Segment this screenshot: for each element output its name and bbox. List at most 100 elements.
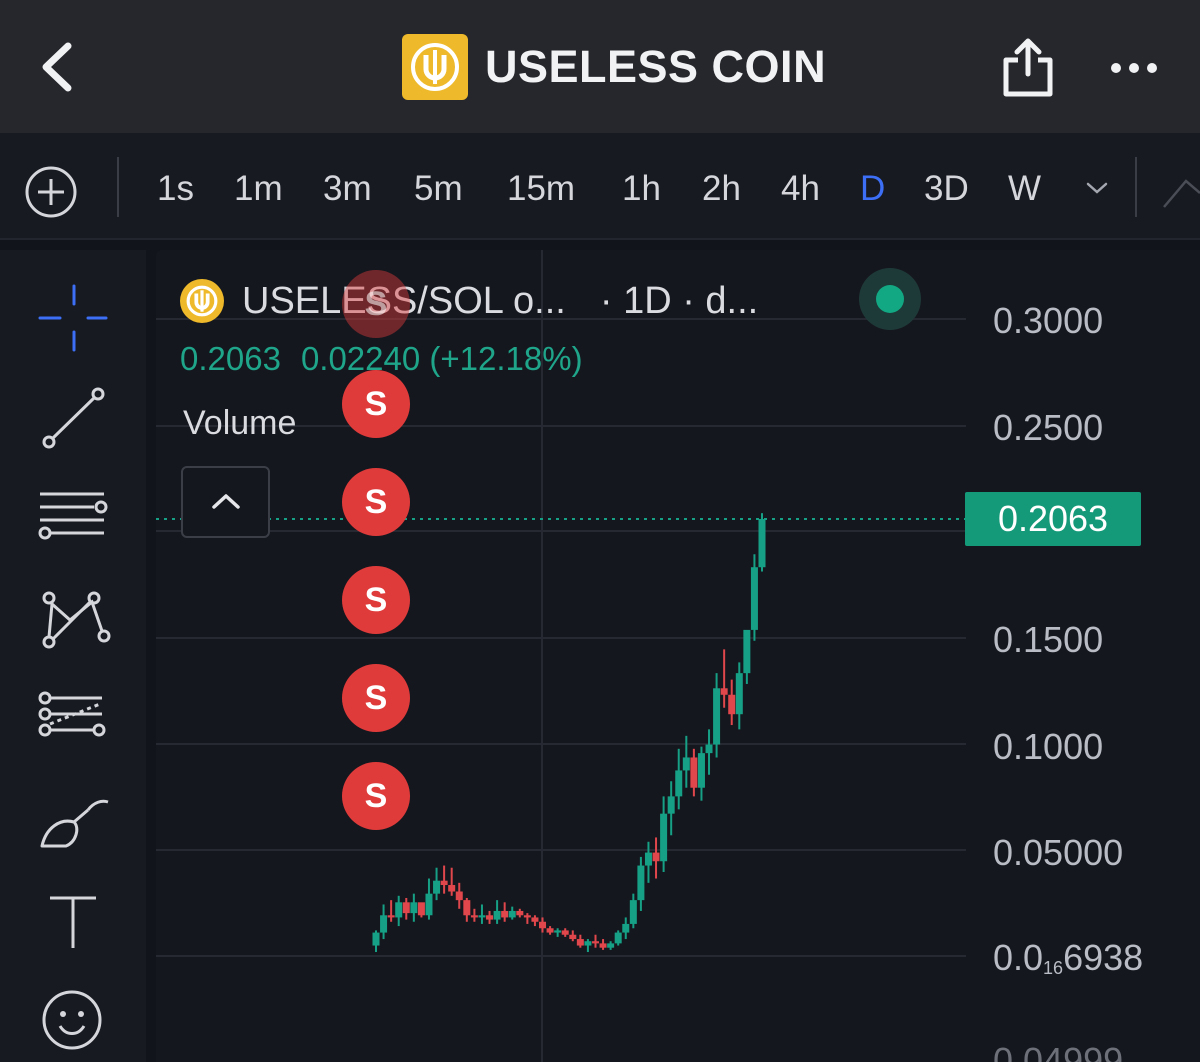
timeframe-bar: 1s 1m 3m 5m 15m 1h 2h 4h D 3D W <box>0 133 1200 240</box>
chevron-left-icon <box>42 42 72 92</box>
candle-body <box>440 880 448 886</box>
candle-body <box>720 688 728 695</box>
candle-body <box>493 910 501 920</box>
coin-logo-icon <box>402 34 468 100</box>
candle-body <box>743 629 751 674</box>
candle-body <box>387 915 395 918</box>
chart-type-icon[interactable] <box>1158 173 1200 213</box>
candle-body <box>690 757 698 788</box>
candle-body <box>682 757 690 771</box>
live-status-indicator <box>859 268 921 330</box>
tab-4h[interactable]: 4h <box>781 169 820 209</box>
candle-body <box>448 885 456 892</box>
horizontal-lines-tool[interactable] <box>36 482 112 558</box>
tab-1m[interactable]: 1m <box>234 169 283 209</box>
divider <box>117 157 119 217</box>
emoji-icon <box>42 990 102 1050</box>
candle-body <box>508 910 516 918</box>
fibonacci-icon <box>38 691 106 737</box>
volume-label: Volume <box>183 404 297 442</box>
sell-marker[interactable]: S <box>342 762 410 830</box>
last-price-tag: 0.2063 <box>965 492 1141 546</box>
candle-body <box>637 865 645 901</box>
tab-2h[interactable]: 2h <box>702 169 741 209</box>
drawing-toolbar <box>0 250 146 1062</box>
more-button[interactable] <box>1106 50 1162 86</box>
sell-marker[interactable]: S <box>342 468 410 536</box>
text-tool[interactable] <box>36 886 112 962</box>
tab-15m[interactable]: 15m <box>507 169 575 209</box>
brush-icon <box>40 799 109 848</box>
candle-body <box>380 915 388 933</box>
candle-body <box>576 939 584 946</box>
candle-body <box>470 915 478 918</box>
horizontal-lines-icon <box>38 492 108 540</box>
share-icon <box>1003 38 1053 97</box>
tab-5m[interactable]: 5m <box>414 169 463 209</box>
chevron-down-icon <box>1086 182 1108 194</box>
y-tick-label: 0.1500 <box>993 619 1104 660</box>
text-icon <box>50 896 96 948</box>
sell-marker[interactable]: S <box>342 370 410 438</box>
emoji-tool[interactable] <box>36 984 112 1060</box>
candle-body <box>735 673 743 715</box>
more-horizontal-icon <box>1111 63 1157 73</box>
tab-3d[interactable]: 3D <box>924 169 969 209</box>
candle-body <box>516 910 524 916</box>
pattern-icon <box>42 591 111 649</box>
candle-body <box>463 900 471 916</box>
candle-body <box>614 932 622 944</box>
candle-body <box>652 852 660 862</box>
candle-body <box>591 941 599 944</box>
crosshair-tool[interactable] <box>36 280 112 356</box>
candle-body <box>478 915 486 918</box>
y-tick-label: 0.1000 <box>993 726 1104 767</box>
candle-body <box>417 902 425 916</box>
fib-tool[interactable] <box>36 686 112 762</box>
tab-1h[interactable]: 1h <box>622 169 661 209</box>
candle-body <box>569 934 577 940</box>
tab-1s[interactable]: 1s <box>157 169 194 209</box>
candle-body <box>486 915 494 920</box>
tab-3m[interactable]: 3m <box>323 169 372 209</box>
page-title: USELESS COIN <box>485 41 827 92</box>
more-timeframes-button[interactable] <box>1084 179 1110 197</box>
candle-body <box>728 694 736 715</box>
current-price: 0.2063 <box>180 340 281 377</box>
coin-logo-icon <box>180 279 224 323</box>
candle-body <box>425 893 433 916</box>
brush-tool[interactable] <box>36 788 112 864</box>
share-button[interactable] <box>1000 36 1056 100</box>
candle-body <box>758 519 766 568</box>
pattern-tool[interactable] <box>36 584 112 660</box>
candle-body <box>629 900 637 924</box>
plus-circle-icon <box>25 166 77 218</box>
back-button[interactable] <box>28 36 88 98</box>
add-indicator-button[interactable] <box>24 165 78 219</box>
tab-d[interactable]: D <box>860 169 885 209</box>
chevron-up-icon <box>211 494 240 509</box>
collapse-legend-button[interactable] <box>181 466 270 538</box>
candle-body <box>675 770 683 797</box>
candle-body <box>455 891 463 901</box>
candle-body <box>523 915 531 918</box>
candle-body <box>546 928 554 933</box>
candle-body <box>644 852 652 866</box>
candle-body <box>501 910 509 918</box>
candle-body <box>750 567 758 630</box>
candle-body <box>402 902 410 914</box>
sell-marker[interactable]: S <box>342 270 410 338</box>
candle-body <box>622 923 630 933</box>
crosshair-icon <box>38 284 108 352</box>
coin-title: USELESS COIN <box>402 34 826 100</box>
y-tick-label: 0.3000 <box>993 300 1104 341</box>
sell-marker[interactable]: S <box>342 664 410 732</box>
trend-line-icon <box>42 387 105 449</box>
trend-line-tool[interactable] <box>36 380 112 456</box>
candle-body <box>433 880 441 894</box>
candle-body <box>561 930 569 935</box>
tab-w[interactable]: W <box>1008 169 1041 209</box>
y-tick-label: 0.05000 <box>993 832 1124 873</box>
sell-marker[interactable]: S <box>342 566 410 634</box>
candle-body <box>697 753 705 788</box>
